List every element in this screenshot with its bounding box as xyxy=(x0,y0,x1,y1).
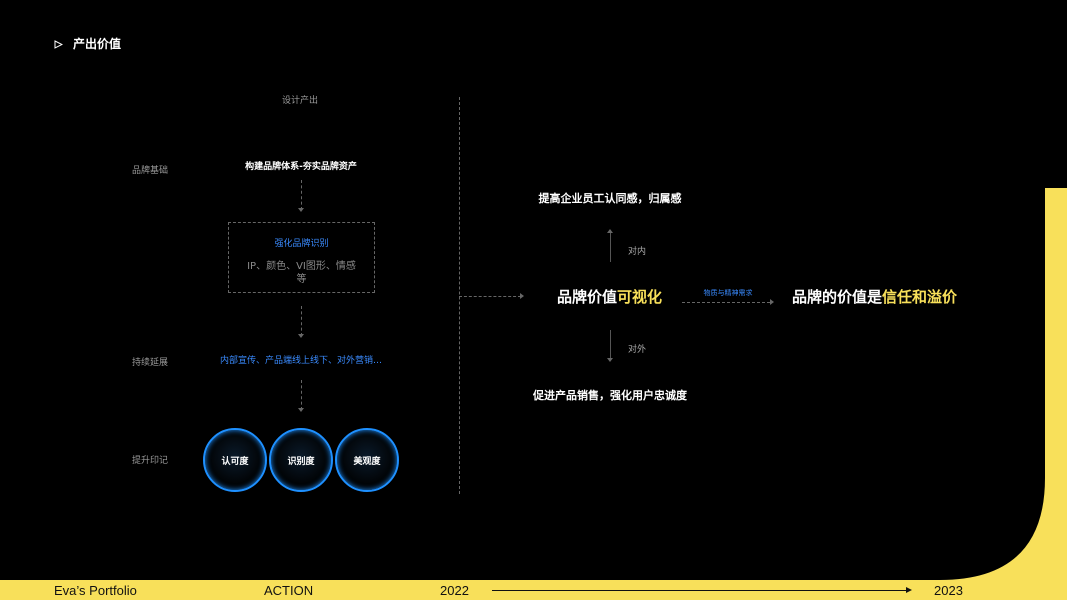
connector-line xyxy=(301,180,302,210)
circle-recognition: 认可度 xyxy=(203,428,267,492)
year-end: 2023 xyxy=(934,583,963,598)
extend-label: 持续延展 xyxy=(132,358,169,368)
timeline-line xyxy=(492,590,908,591)
circle-identification: 识别度 xyxy=(269,428,333,492)
down-arrow-icon xyxy=(298,208,304,212)
extend-text: 内部宣传、产品端线上线下、对外营销… xyxy=(219,356,382,366)
section-label: ACTION xyxy=(264,583,314,598)
brand-base-text: 构建品牌体系-夯实品牌资产 xyxy=(245,162,357,172)
brand-recognition-box: 强化品牌识别 IP、颜色、VI图形、情感 等 xyxy=(228,222,375,293)
connector-line xyxy=(682,302,770,303)
connector-line xyxy=(301,306,302,336)
box-line2: 等 xyxy=(296,274,307,285)
outer-label: 对外 xyxy=(628,345,647,355)
portfolio-label: Eva’s Portfolio xyxy=(54,583,137,598)
brand-base-label: 品牌基础 xyxy=(132,166,169,176)
timeline-arrow-icon xyxy=(906,587,912,593)
section-header: 产出价值 xyxy=(54,35,121,52)
connector-line xyxy=(610,232,611,262)
connector-line xyxy=(301,380,302,410)
right-arrow-icon xyxy=(520,293,524,299)
top-benefit-text: 提高企业员工认同感，归属感 xyxy=(538,192,682,205)
yellow-decoration xyxy=(900,188,1067,600)
box-title: 强化品牌识别 xyxy=(274,239,329,249)
play-outline-icon xyxy=(54,40,64,49)
bottom-benefit-text: 促进产品销售，强化用户忠诚度 xyxy=(533,389,687,402)
brand-value-statement: 品牌的价值是信任和溢价 xyxy=(792,288,958,306)
right-arrow-icon xyxy=(770,299,774,305)
inner-label: 对内 xyxy=(628,247,647,257)
down-arrow-icon xyxy=(298,408,304,412)
circle-aesthetics: 美观度 xyxy=(335,428,399,492)
brand-value-visual: 品牌价值可视化 xyxy=(557,288,663,306)
design-output-label: 设计产出 xyxy=(281,96,318,106)
section-title: 产出价值 xyxy=(73,37,122,51)
down-arrow-icon xyxy=(607,358,613,362)
footer-bar: Eva’s Portfolio ACTION 2022 2023 xyxy=(0,580,1067,600)
connector-line xyxy=(610,330,611,360)
up-arrow-icon xyxy=(607,229,613,233)
arrow-label: 物质与精神需求 xyxy=(703,289,753,297)
down-arrow-icon xyxy=(298,334,304,338)
impression-label: 提升印记 xyxy=(132,456,169,466)
connector-line xyxy=(459,296,521,297)
year-start: 2022 xyxy=(440,583,469,598)
